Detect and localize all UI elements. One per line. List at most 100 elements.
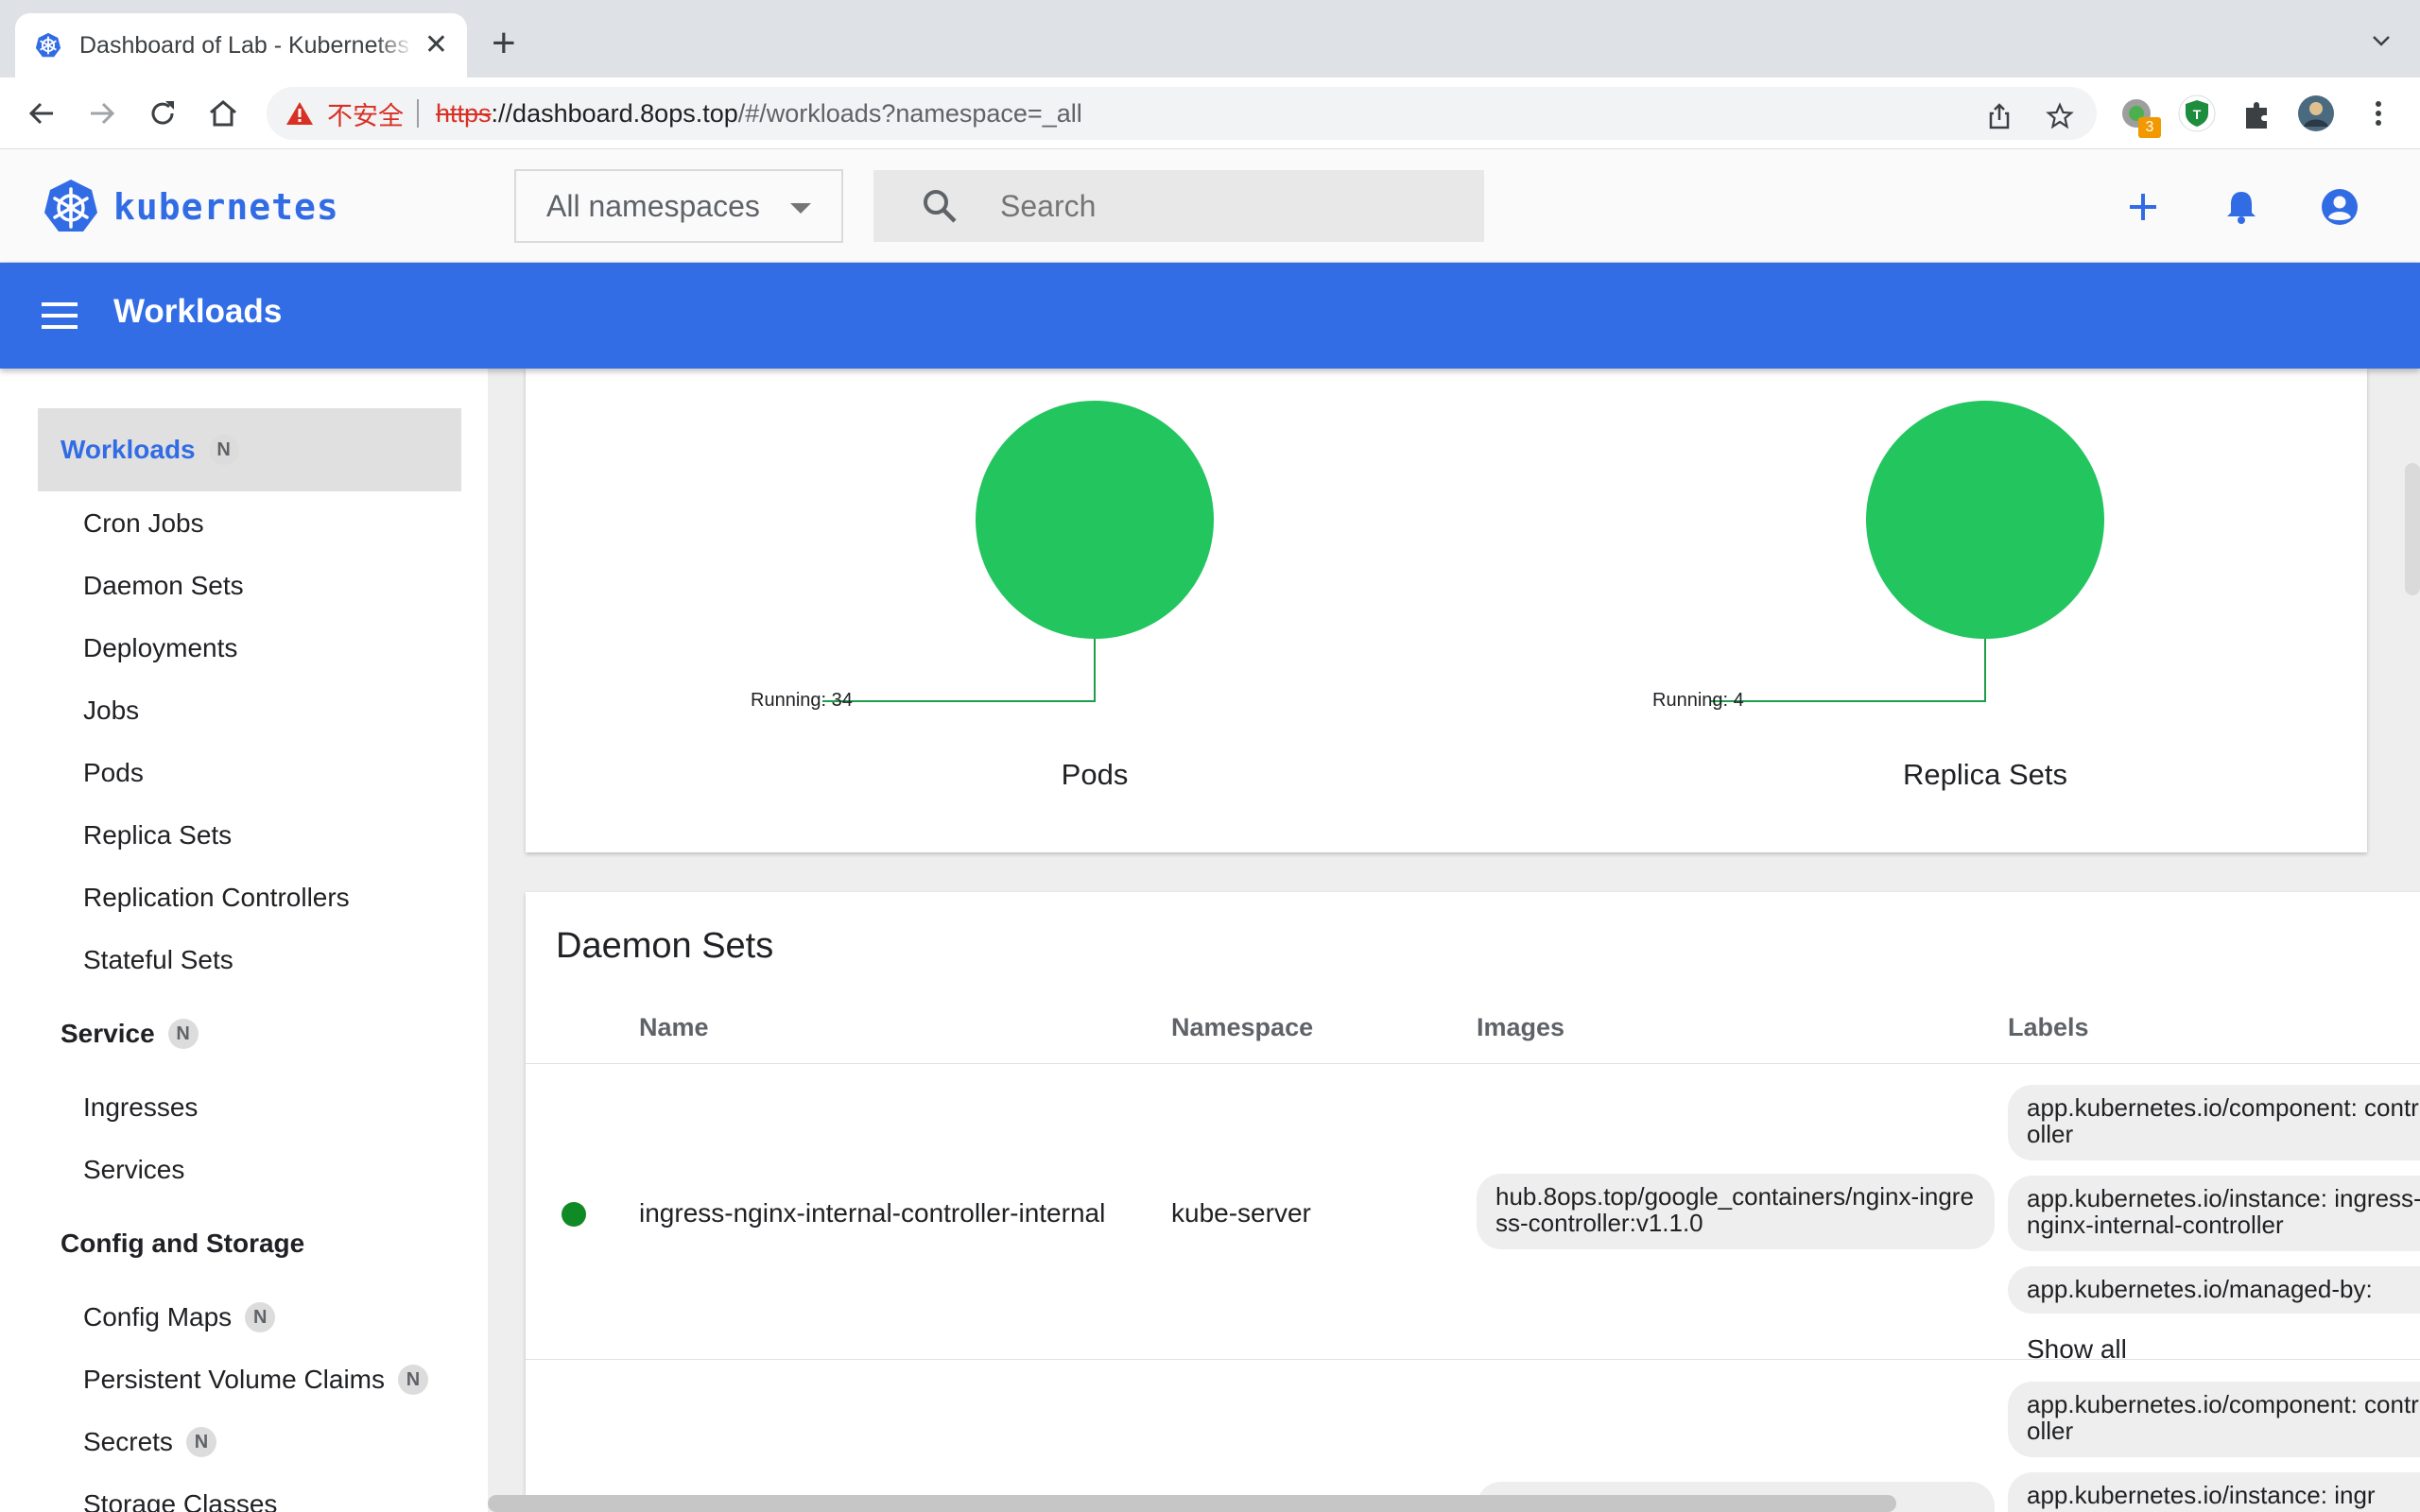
tab-title: Dashboard of Lab - Kubernetes bbox=[79, 31, 409, 59]
sidebar-item-replication-controllers[interactable]: Replication Controllers bbox=[83, 879, 350, 917]
search-input[interactable]: Search bbox=[873, 170, 1484, 242]
url-scheme: https bbox=[436, 98, 492, 128]
create-plus-icon[interactable] bbox=[2123, 187, 2163, 227]
warning-icon[interactable] bbox=[285, 100, 314, 127]
namespaced-badge: N bbox=[185, 1427, 216, 1457]
sidebar-group-label: Config and Storage bbox=[60, 1228, 305, 1258]
pods-leader-line bbox=[822, 639, 1096, 702]
column-header-labels: Labels bbox=[2008, 1013, 2089, 1041]
sidebar-item-label: Storage Classes bbox=[83, 1489, 278, 1512]
browser-menu-icon[interactable] bbox=[2360, 94, 2397, 132]
label-chip: app.kubernetes.io/instance: ingr bbox=[2008, 1472, 2420, 1512]
tab-search-chevron-icon[interactable] bbox=[2371, 30, 2392, 51]
sidebar-item-label: Secrets bbox=[83, 1427, 173, 1456]
sidebar-group-workloads[interactable]: Workloads N bbox=[38, 408, 461, 491]
search-icon bbox=[924, 190, 957, 223]
header-divider bbox=[526, 1063, 2420, 1064]
browser-tab[interactable]: Dashboard of Lab - Kubernetes ✕ bbox=[15, 13, 467, 77]
pods-chart-label: Running: 34 bbox=[751, 690, 853, 711]
daemon-set-name-link[interactable]: ingress-nginx-internal-controller-intern… bbox=[639, 1198, 1105, 1228]
kubernetes-favicon-icon bbox=[35, 32, 61, 58]
home-icon[interactable] bbox=[206, 96, 240, 130]
replica-sets-running-slice[interactable] bbox=[1866, 401, 2104, 639]
daemon-sets-title: Daemon Sets bbox=[556, 926, 774, 966]
column-header-namespace[interactable]: Namespace bbox=[1171, 1013, 1313, 1042]
sidebar-item-daemon-sets[interactable]: Daemon Sets bbox=[83, 567, 244, 605]
extensions-puzzle-icon[interactable] bbox=[2238, 94, 2276, 132]
svg-text:T: T bbox=[2193, 107, 2202, 122]
address-bar[interactable]: 不安全 https://dashboard.8ops.top/#/workloa… bbox=[267, 87, 2097, 140]
namespace-cell: kube-server bbox=[1171, 1198, 1311, 1228]
shield-extension-icon[interactable]: T bbox=[2178, 94, 2216, 132]
browser-tabstrip: Dashboard of Lab - Kubernetes ✕ + bbox=[0, 0, 2420, 77]
replica-sets-leader-line bbox=[1711, 639, 1986, 702]
url-host: ://dashboard.8ops.top bbox=[491, 98, 738, 128]
label-chip: app.kubernetes.io/managed-by: bbox=[2008, 1266, 2420, 1314]
account-icon[interactable] bbox=[2320, 187, 2360, 227]
sidebar-item-storage-classes[interactable]: Storage Classes bbox=[83, 1486, 277, 1512]
label-chip: app.kubernetes.io/component: controller bbox=[2008, 1382, 2420, 1457]
reload-icon[interactable] bbox=[146, 96, 180, 130]
sidebar-group-label: Service bbox=[60, 1019, 155, 1048]
search-placeholder: Search bbox=[1000, 188, 1097, 223]
column-header-images: Images bbox=[1477, 1013, 1565, 1041]
show-all-labels-link[interactable]: Show all bbox=[2027, 1334, 2127, 1365]
pods-running-slice[interactable] bbox=[976, 401, 1214, 639]
section-toolbar: Workloads bbox=[0, 263, 2420, 369]
sidebar-item-ingresses[interactable]: Ingresses bbox=[83, 1089, 198, 1126]
replica-sets-chart-title: Replica Sets bbox=[1902, 758, 2068, 791]
page-title: Workloads bbox=[113, 293, 283, 330]
pods-chart-title: Pods bbox=[1061, 758, 1129, 791]
sidebar-item-deployments[interactable]: Deployments bbox=[83, 629, 237, 667]
sidebar-group-service[interactable]: Service N bbox=[38, 992, 199, 1075]
sidebar-item-config-maps[interactable]: Config Maps N bbox=[83, 1298, 276, 1336]
brand[interactable]: kubernetes bbox=[42, 178, 339, 236]
hamburger-menu-icon[interactable] bbox=[42, 299, 78, 333]
extension-badge: 3 bbox=[2138, 117, 2161, 138]
namespaced-badge: N bbox=[167, 1019, 199, 1049]
new-tab-icon[interactable]: + bbox=[492, 23, 516, 64]
share-icon[interactable] bbox=[1985, 102, 2014, 130]
namespaced-badge: N bbox=[245, 1302, 276, 1332]
sidebar-group-config-storage[interactable]: Config and Storage bbox=[38, 1202, 304, 1285]
sidebar-item-jobs[interactable]: Jobs bbox=[83, 692, 139, 730]
sidebar-group-label: Workloads bbox=[60, 435, 196, 464]
main-content: Running: 34 Pods Running: 4 Replica Sets… bbox=[488, 369, 2420, 1512]
bookmark-star-icon[interactable] bbox=[2046, 102, 2074, 130]
browser-toolbar: 不安全 https://dashboard.8ops.top/#/workloa… bbox=[0, 77, 2420, 149]
forward-icon[interactable] bbox=[85, 96, 119, 130]
sidebar-item-persistent-volume-claims[interactable]: Persistent Volume Claims N bbox=[83, 1361, 429, 1399]
close-tab-icon[interactable]: ✕ bbox=[424, 31, 448, 60]
replica-sets-chart-label: Running: 4 bbox=[1652, 690, 1744, 711]
sidebar-item-secrets[interactable]: Secrets N bbox=[83, 1423, 216, 1461]
sidebar-item-replica-sets[interactable]: Replica Sets bbox=[83, 816, 232, 854]
sidebar: Workloads N Cron Jobs Daemon Sets Deploy… bbox=[0, 369, 488, 1512]
back-icon[interactable] bbox=[25, 96, 59, 130]
horizontal-scrollbar[interactable] bbox=[488, 1495, 1896, 1512]
sidebar-item-services[interactable]: Services bbox=[83, 1151, 184, 1189]
profile-avatar-icon[interactable] bbox=[2297, 94, 2335, 132]
sidebar-item-pods[interactable]: Pods bbox=[83, 754, 144, 792]
sidebar-item-stateful-sets[interactable]: Stateful Sets bbox=[83, 941, 233, 979]
dashboard-header: kubernetes All namespaces Search bbox=[0, 149, 2420, 263]
brand-name: kubernetes bbox=[113, 186, 339, 228]
kubernetes-logo-icon bbox=[44, 180, 97, 232]
sidebar-item-label: Persistent Volume Claims bbox=[83, 1365, 386, 1394]
namespace-select-value: All namespaces bbox=[546, 188, 760, 223]
status-running-icon bbox=[562, 1202, 586, 1227]
omnibox-divider bbox=[417, 99, 419, 128]
image-chip: hub.8ops.top/google_containers/nginx-ing… bbox=[1477, 1174, 1995, 1249]
sidebar-item-cron-jobs[interactable]: Cron Jobs bbox=[83, 505, 204, 542]
url-path: /#/workloads?namespace=_all bbox=[737, 98, 1082, 128]
row-divider bbox=[526, 1359, 2420, 1360]
workload-status-card: Running: 34 Pods Running: 4 Replica Sets bbox=[526, 369, 2367, 852]
sidebar-item-label: Config Maps bbox=[83, 1302, 233, 1332]
insecure-label[interactable]: 不安全 bbox=[327, 95, 404, 132]
namespaced-badge: N bbox=[398, 1365, 429, 1395]
notifications-bell-icon[interactable] bbox=[2221, 187, 2261, 227]
namespaced-badge: N bbox=[208, 435, 239, 465]
vertical-scrollbar[interactable] bbox=[2405, 463, 2420, 595]
label-chip: app.kubernetes.io/instance: ingress-ngin… bbox=[2008, 1176, 2420, 1251]
column-header-name[interactable]: Name bbox=[639, 1013, 709, 1042]
namespace-select[interactable]: All namespaces bbox=[514, 169, 843, 243]
